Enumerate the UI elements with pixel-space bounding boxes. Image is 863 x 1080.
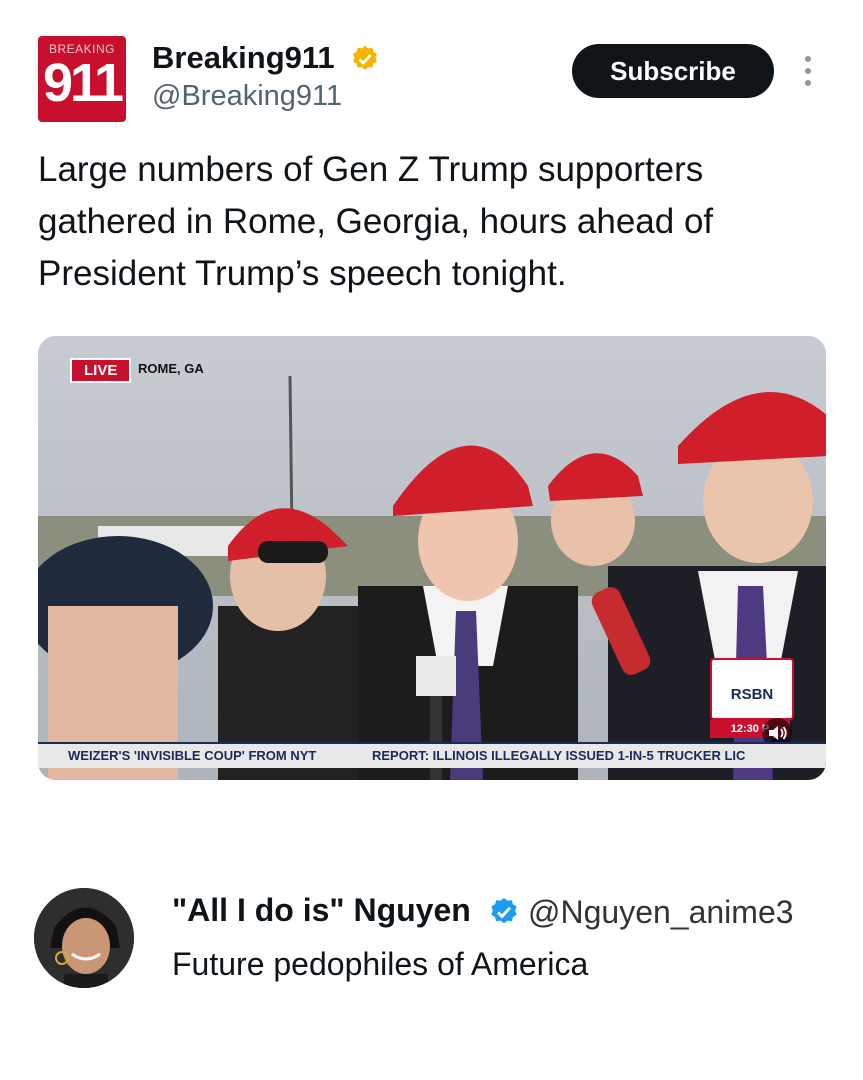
author-handle[interactable]: @Breaking911 — [152, 80, 342, 113]
rsbn-logo: RSBN — [710, 658, 794, 720]
rsbn-logo-text: RSBN — [730, 686, 774, 703]
breaking911-avatar[interactable]: BREAKING 911 — [38, 36, 126, 122]
verified-gold-icon — [353, 45, 377, 70]
avatar-911-text: 911 — [42, 53, 124, 113]
more-icon[interactable] — [801, 54, 815, 88]
location-label: ROME, GA — [138, 361, 204, 376]
ticker-left-text: WEIZER'S 'INVISIBLE COUP' FROM NYT — [68, 748, 317, 763]
video-frame-scene — [38, 336, 826, 780]
reply-avatar-image — [34, 888, 134, 988]
news-ticker: WEIZER'S 'INVISIBLE COUP' FROM NYT REPOR… — [38, 742, 826, 768]
tweet-text: Large numbers of Gen Z Trump supporters … — [38, 150, 714, 293]
reply-text: Future pedophiles of America — [172, 946, 589, 982]
tweet-media-video[interactable]: LIVE ROME, GA RSBN 12:30 P WEIZER'S 'INV… — [38, 336, 826, 780]
live-badge: LIVE — [70, 358, 132, 383]
ticker-right-text: REPORT: ILLINOIS ILLEGALLY ISSUED 1-IN-5… — [372, 748, 746, 763]
reply-avatar[interactable] — [34, 888, 134, 988]
verified-blue-icon — [491, 898, 517, 924]
reply-author-name[interactable]: "All I do is" Nguyen — [172, 892, 471, 929]
reply-author-handle[interactable]: @Nguyen_anime3 — [528, 894, 794, 931]
subscribe-button[interactable]: Subscribe — [572, 44, 774, 98]
author-name[interactable]: Breaking911 — [152, 40, 335, 76]
